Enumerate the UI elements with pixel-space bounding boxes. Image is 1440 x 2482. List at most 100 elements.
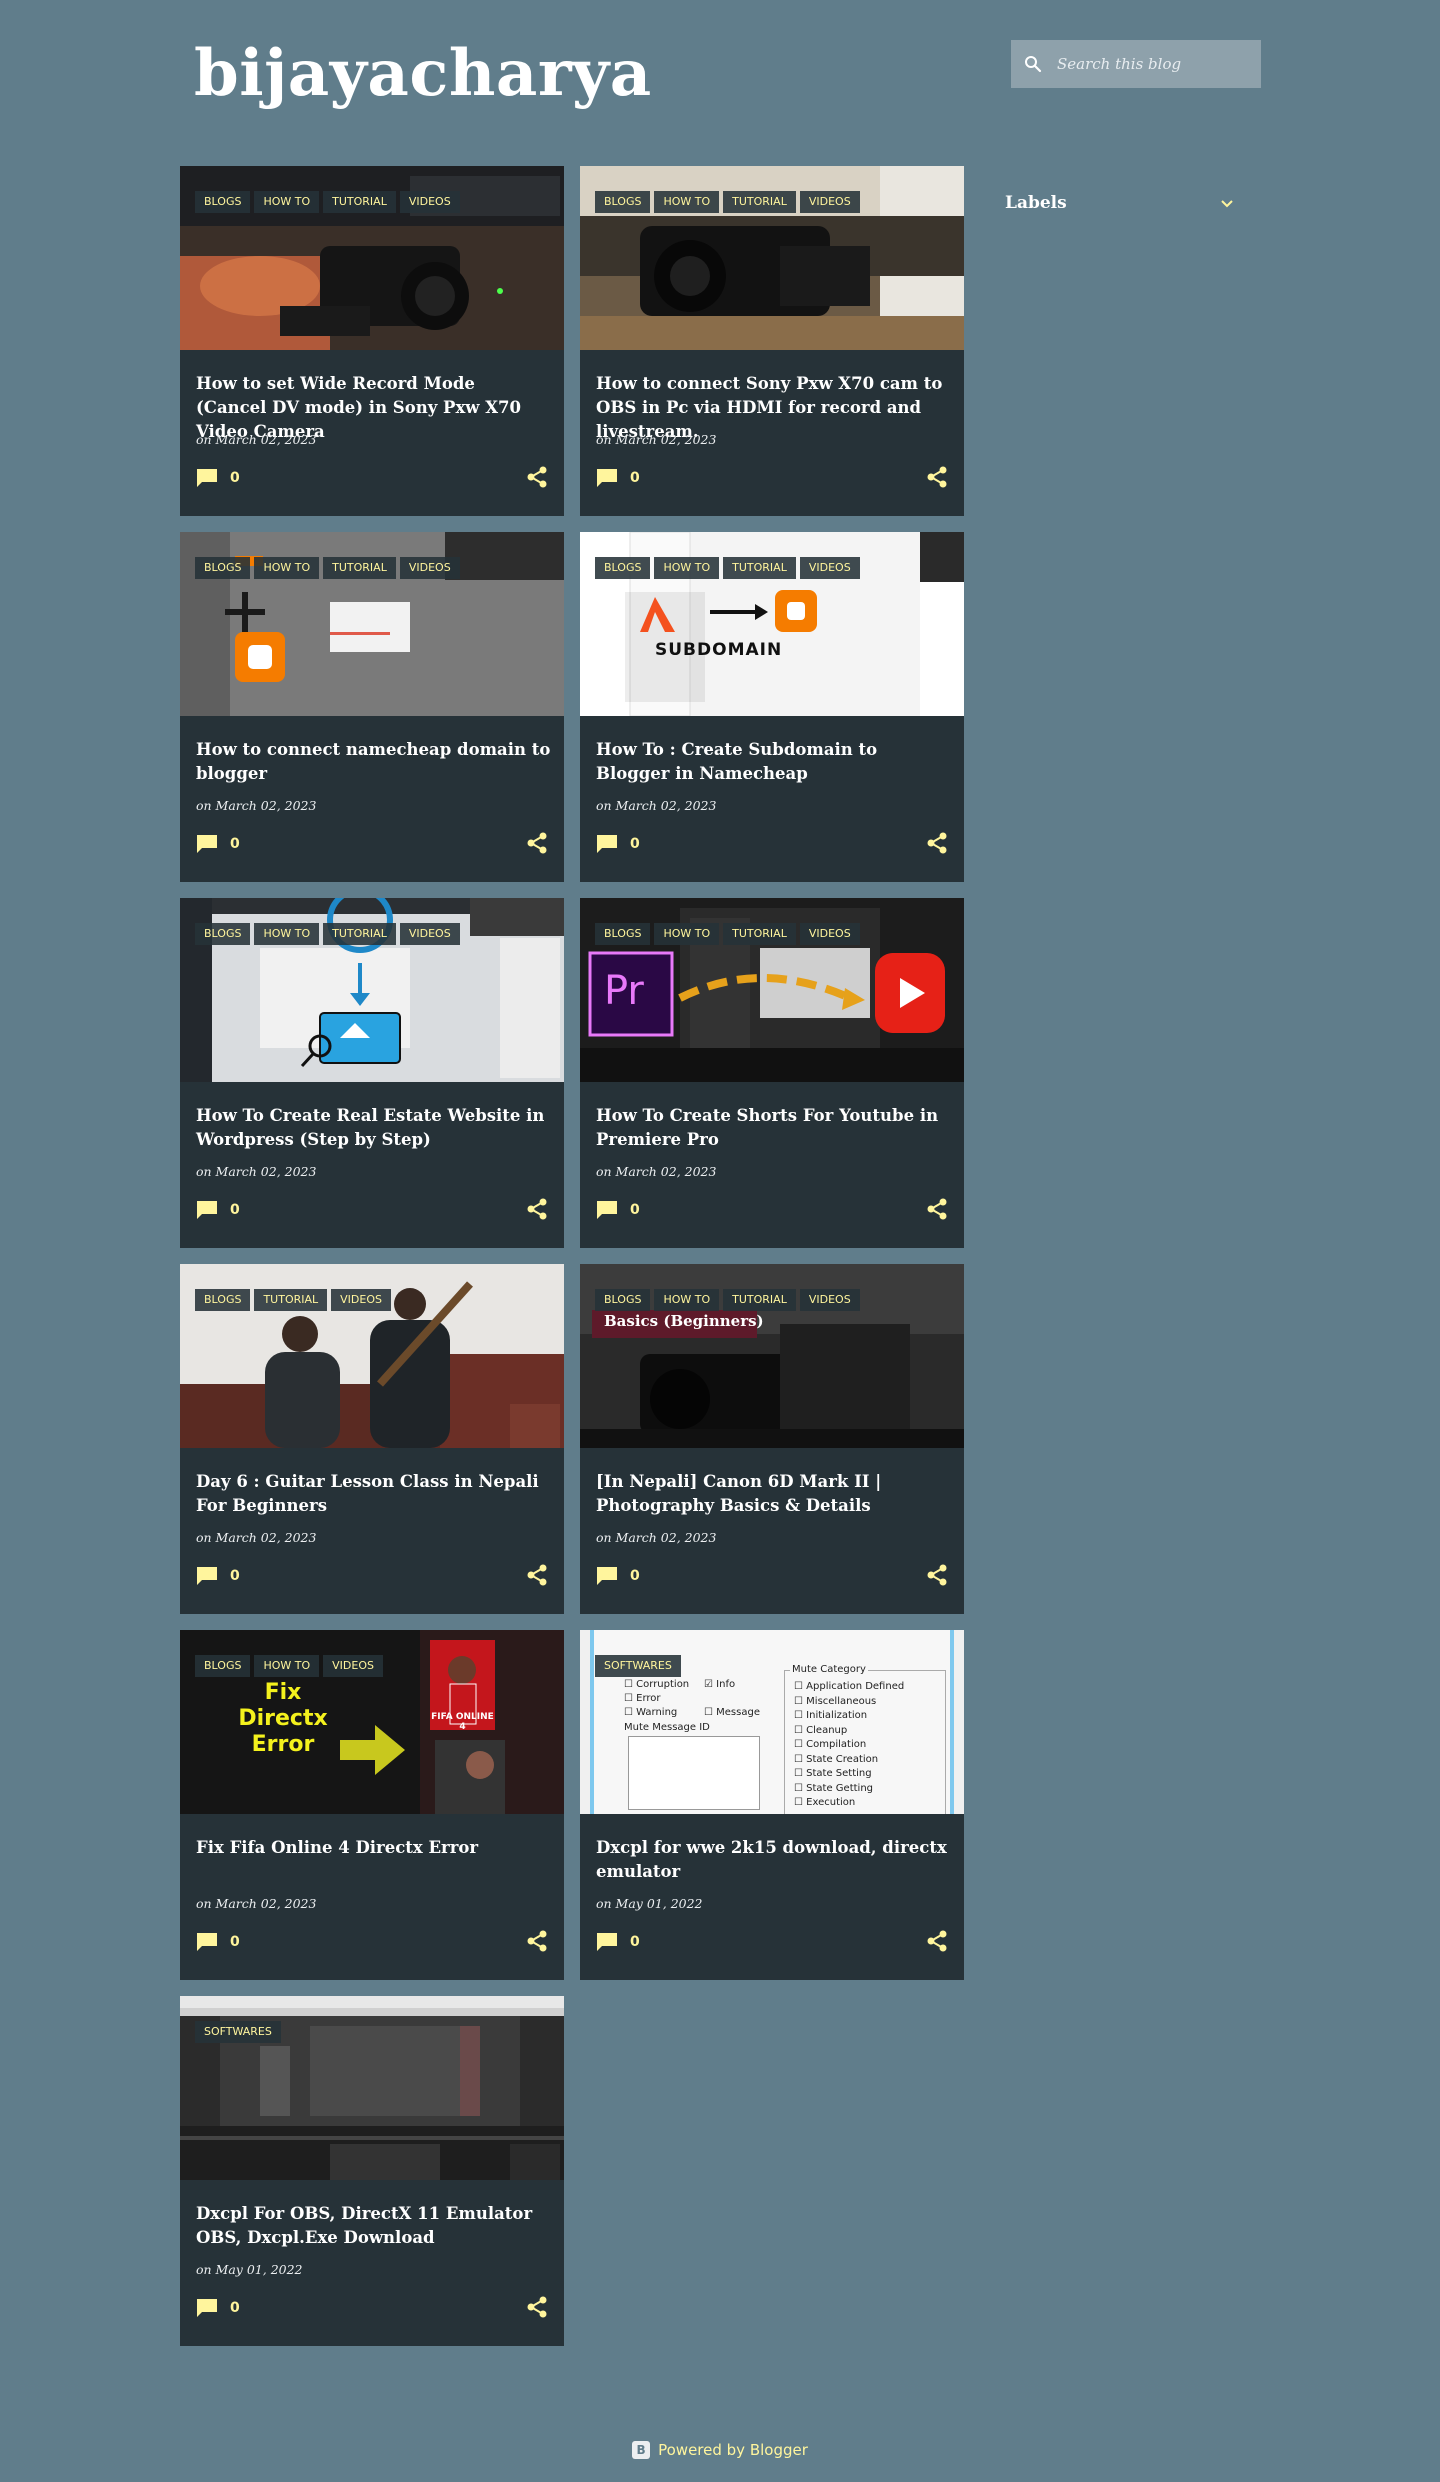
labels-title[interactable]: Labels <box>1005 193 1067 213</box>
tag-label[interactable]: SOFTWARES <box>195 2021 281 2043</box>
comment-icon[interactable] <box>196 2298 218 2318</box>
share-icon[interactable] <box>926 1198 948 1220</box>
comment-count[interactable]: 0 <box>630 470 640 486</box>
tag-label[interactable]: VIDEOS <box>799 557 860 579</box>
tag-label[interactable]: HOW TO <box>254 191 320 213</box>
tag-label[interactable]: BLOGS <box>195 923 251 945</box>
search-icon[interactable] <box>1011 55 1055 73</box>
post-title[interactable]: Day 6 : Guitar Lesson Class in Nepali Fo… <box>196 1470 551 1518</box>
post-card[interactable]: ☐ Corruption ☐ Error ☐ Warning ☑ Info ☐ … <box>580 1630 964 1980</box>
tag-label[interactable]: SOFTWARES <box>595 1655 681 1677</box>
tag-label[interactable]: BLOGS <box>595 191 651 213</box>
comment-count[interactable]: 0 <box>230 836 240 852</box>
comment-count[interactable]: 0 <box>230 470 240 486</box>
comments-link[interactable]: 0 <box>596 1200 640 1220</box>
tag-label[interactable]: HOW TO <box>254 557 320 579</box>
post-title[interactable]: Dxcpl for wwe 2k15 download, directx emu… <box>596 1836 951 1884</box>
tag-label[interactable]: VIDEOS <box>399 923 460 945</box>
tag-label[interactable]: TUTORIAL <box>323 557 396 579</box>
tag-label[interactable]: TUTORIAL <box>723 923 796 945</box>
post-card[interactable]: BLOGS HOW TO TUTORIAL VIDEOS How to conn… <box>580 166 964 516</box>
post-card[interactable]: SOFTWARES Dxcpl For OBS, DirectX 11 Emul… <box>180 1996 564 2346</box>
tag-label[interactable]: VIDEOS <box>799 1289 860 1311</box>
share-icon[interactable] <box>526 2296 548 2318</box>
comment-icon[interactable] <box>596 1566 618 1586</box>
comment-icon[interactable] <box>596 1200 618 1220</box>
comment-count[interactable]: 0 <box>230 1202 240 1218</box>
tag-label[interactable]: VIDEOS <box>799 923 860 945</box>
comment-icon[interactable] <box>196 1200 218 1220</box>
share-icon[interactable] <box>926 1930 948 1952</box>
tag-label[interactable]: TUTORIAL <box>254 1289 328 1311</box>
tag-label[interactable]: TUTORIAL <box>723 1289 796 1311</box>
post-title[interactable]: Fix Fifa Online 4 Directx Error <box>196 1836 551 1860</box>
tag-label[interactable]: BLOGS <box>195 1655 251 1677</box>
tag-label[interactable]: VIDEOS <box>399 557 460 579</box>
tag-label[interactable]: VIDEOS <box>323 1655 383 1677</box>
comments-link[interactable]: 0 <box>196 2298 240 2318</box>
post-title[interactable]: Dxcpl For OBS, DirectX 11 Emulator OBS, … <box>196 2202 551 2250</box>
tag-label[interactable]: BLOGS <box>595 923 651 945</box>
share-icon[interactable] <box>526 1564 548 1586</box>
post-title[interactable]: How To : Create Subdomain to Blogger in … <box>596 738 951 786</box>
comment-count[interactable]: 0 <box>230 2300 240 2316</box>
post-title[interactable]: How to connect namecheap domain to blogg… <box>196 738 551 786</box>
tag-label[interactable]: VIDEOS <box>399 191 460 213</box>
share-icon[interactable] <box>926 1564 948 1586</box>
tag-label[interactable]: VIDEOS <box>799 191 860 213</box>
post-card[interactable]: BLOGS HOW TO TUTORIAL VIDEOS How to set … <box>180 166 564 516</box>
comment-count[interactable]: 0 <box>230 1568 240 1584</box>
post-card[interactable]: BLOGS HOW TO TUTORIAL VIDEOS How To Crea… <box>180 898 564 1248</box>
comment-icon[interactable] <box>196 1932 218 1952</box>
comment-count[interactable]: 0 <box>630 1202 640 1218</box>
share-icon[interactable] <box>526 832 548 854</box>
comments-link[interactable]: 0 <box>596 834 640 854</box>
share-icon[interactable] <box>526 466 548 488</box>
comments-link[interactable]: 0 <box>596 1566 640 1586</box>
tag-label[interactable]: BLOGS <box>195 1289 251 1311</box>
tag-label[interactable]: TUTORIAL <box>723 191 796 213</box>
tag-label[interactable]: HOW TO <box>254 923 320 945</box>
labels-widget[interactable]: Labels <box>1005 188 1235 218</box>
search-box[interactable] <box>1011 40 1261 88</box>
comments-link[interactable]: 0 <box>596 468 640 488</box>
comment-icon[interactable] <box>196 1566 218 1586</box>
post-card[interactable]: BLOGS HOW TO TUTORIAL VIDEOS How to conn… <box>180 532 564 882</box>
comment-icon[interactable] <box>596 1932 618 1952</box>
post-card[interactable]: Basics (Beginners) BLOGS HOW TO TUTORIAL… <box>580 1264 964 1614</box>
comment-count[interactable]: 0 <box>630 836 640 852</box>
blog-title[interactable]: bijayacharya <box>194 36 652 111</box>
comment-count[interactable]: 0 <box>630 1934 640 1950</box>
post-card[interactable]: SUBDOMAIN BLOGS HOW TO TUTORIAL VIDEOS H… <box>580 532 964 882</box>
comment-icon[interactable] <box>596 468 618 488</box>
comment-icon[interactable] <box>596 834 618 854</box>
post-card[interactable]: BLOGS TUTORIAL VIDEOS Day 6 : Guitar Les… <box>180 1264 564 1614</box>
post-card[interactable]: Fix Directx Error FIFA ONLINE 4 BLOGS HO… <box>180 1630 564 1980</box>
share-icon[interactable] <box>526 1930 548 1952</box>
comment-icon[interactable] <box>196 468 218 488</box>
tag-label[interactable]: BLOGS <box>595 1289 651 1311</box>
comments-link[interactable]: 0 <box>196 1932 240 1952</box>
tag-label[interactable]: TUTORIAL <box>323 923 396 945</box>
post-title[interactable]: [In Nepali] Canon 6D Mark II | Photograp… <box>596 1470 951 1518</box>
tag-label[interactable]: BLOGS <box>195 191 251 213</box>
tag-label[interactable]: HOW TO <box>654 557 720 579</box>
share-icon[interactable] <box>926 832 948 854</box>
comments-link[interactable]: 0 <box>196 1200 240 1220</box>
comments-link[interactable]: 0 <box>596 1932 640 1952</box>
share-icon[interactable] <box>926 466 948 488</box>
comments-link[interactable]: 0 <box>196 834 240 854</box>
comment-count[interactable]: 0 <box>630 1568 640 1584</box>
tag-label[interactable]: HOW TO <box>654 923 720 945</box>
comment-count[interactable]: 0 <box>230 1934 240 1950</box>
chevron-down-icon[interactable] <box>1219 194 1235 213</box>
comment-icon[interactable] <box>196 834 218 854</box>
post-card[interactable]: Pr BLOGS HOW TO TUTORIAL VIDEOS How To C… <box>580 898 964 1248</box>
tag-label[interactable]: TUTORIAL <box>323 191 396 213</box>
post-title[interactable]: How To Create Shorts For Youtube in Prem… <box>596 1104 951 1152</box>
share-icon[interactable] <box>526 1198 548 1220</box>
tag-label[interactable]: VIDEOS <box>331 1289 391 1311</box>
tag-label[interactable]: HOW TO <box>654 1289 720 1311</box>
tag-label[interactable]: HOW TO <box>654 191 720 213</box>
comments-link[interactable]: 0 <box>196 468 240 488</box>
